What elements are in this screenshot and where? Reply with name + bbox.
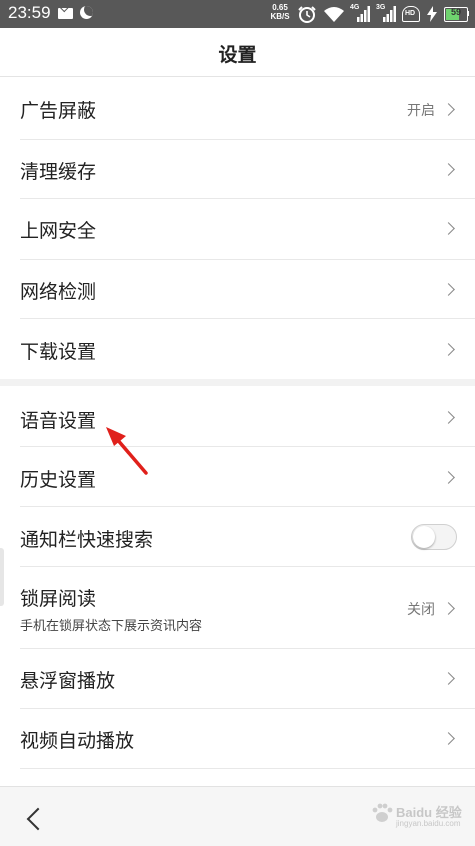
title-bar: 设置 xyxy=(0,28,475,76)
setting-voice[interactable]: 语音设置 xyxy=(0,386,475,446)
back-chevron-icon[interactable] xyxy=(26,807,50,831)
chevron-right-icon xyxy=(442,343,455,356)
setting-ad-block[interactable]: 广告屏蔽 开启 xyxy=(0,77,475,139)
battery-tip xyxy=(467,11,469,16)
setting-label: 下载设置 xyxy=(20,341,97,363)
notification-search-toggle[interactable] xyxy=(411,524,457,550)
setting-value: 关闭 xyxy=(407,602,435,618)
setting-network-check[interactable]: 网络检测 xyxy=(0,260,475,318)
chevron-right-icon xyxy=(442,732,455,745)
page-title: 设置 xyxy=(218,44,257,66)
status-bar: 23:59 0.65 KB/S 4G 3G HD 59 xyxy=(0,0,475,28)
charging-icon xyxy=(427,6,437,22)
chevron-right-icon xyxy=(442,283,455,296)
network-speed: 0.65 KB/S xyxy=(267,3,293,21)
setting-web-security[interactable]: 上网安全 xyxy=(0,199,475,259)
chevron-right-icon xyxy=(442,672,455,685)
setting-notification-search: 通知栏快速搜索 xyxy=(0,507,475,566)
hd-icon: HD xyxy=(402,6,420,22)
setting-label: 悬浮窗播放 xyxy=(20,670,116,692)
battery-level: 59 xyxy=(450,7,461,17)
setting-label: 历史设置 xyxy=(20,469,97,491)
toggle-knob xyxy=(413,526,435,548)
setting-label: 网络检测 xyxy=(20,281,97,303)
chevron-right-icon xyxy=(442,602,455,615)
setting-label: 上网安全 xyxy=(20,220,97,242)
setting-history[interactable]: 历史设置 xyxy=(0,447,475,506)
chevron-right-icon xyxy=(442,103,455,116)
setting-clear-cache[interactable]: 清理缓存 xyxy=(0,140,475,198)
watermark-subtext: jingyan.baidu.com xyxy=(396,819,461,828)
status-time: 23:59 xyxy=(8,3,51,22)
battery-icon: 59 xyxy=(444,7,468,22)
moon-icon xyxy=(80,6,93,19)
setting-label: 语音设置 xyxy=(20,410,97,432)
hd-label: HD xyxy=(405,10,416,17)
setting-label: 清理缓存 xyxy=(20,161,97,183)
baidu-watermark: Baidu 经验 jingyan.baidu.com xyxy=(360,795,470,835)
setting-lockscreen-reading[interactable]: 锁屏阅读 手机在锁屏状态下展示资讯内容 关闭 xyxy=(0,567,475,648)
setting-label: 广告屏蔽 xyxy=(20,100,97,122)
chevron-right-icon xyxy=(442,411,455,424)
paw-logo-icon xyxy=(372,803,393,822)
section-gap xyxy=(0,379,475,386)
signal-4g-icon: 4G xyxy=(350,4,370,24)
wifi-icon xyxy=(324,7,344,22)
chevron-right-icon xyxy=(442,222,455,235)
setting-value: 开启 xyxy=(407,103,435,119)
mail-icon xyxy=(58,8,73,19)
signal-3g-icon: 3G xyxy=(376,4,396,24)
setting-floating-window[interactable]: 悬浮窗播放 xyxy=(0,649,475,708)
alarm-icon xyxy=(298,6,316,23)
setting-video-autoplay[interactable]: 视频自动播放 xyxy=(0,709,475,768)
network-speed-value: 0.65 xyxy=(272,3,288,12)
setting-download[interactable]: 下载设置 xyxy=(0,319,475,379)
setting-label: 通知栏快速搜索 xyxy=(20,529,154,551)
setting-subtitle: 手机在锁屏状态下展示资讯内容 xyxy=(20,619,203,634)
setting-label: 视频自动播放 xyxy=(20,730,135,752)
chevron-right-icon xyxy=(442,163,455,176)
setting-label: 锁屏阅读 xyxy=(20,588,97,610)
network-speed-unit: KB/S xyxy=(270,12,290,21)
chevron-right-icon xyxy=(442,471,455,484)
edge-handle[interactable] xyxy=(0,548,4,606)
divider xyxy=(20,768,475,769)
